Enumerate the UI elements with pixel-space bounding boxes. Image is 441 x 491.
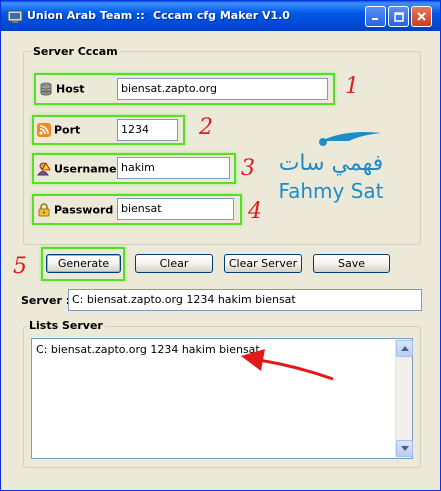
chevron-down-icon	[400, 446, 409, 451]
password-input[interactable]: biensat	[117, 198, 234, 220]
title-bar[interactable]: Union Arab Team :: Cccam cfg Maker V1.0	[1, 1, 440, 31]
clear-server-button[interactable]: Clear Server	[224, 254, 302, 273]
scroll-down-button[interactable]	[396, 440, 413, 457]
list-item[interactable]: C: biensat.zapto.org 1234 hakim biensat	[36, 343, 260, 356]
minimize-icon	[372, 18, 378, 20]
maximize-button[interactable]	[388, 6, 409, 27]
server-line-input[interactable]: C: biensat.zapto.org 1234 hakim biensat	[68, 289, 422, 311]
save-button[interactable]: Save	[313, 254, 390, 273]
list-scrollbar[interactable]	[395, 339, 413, 458]
logo-latin-text: Fahmy Sat	[278, 179, 384, 203]
minimize-button[interactable]	[365, 6, 386, 27]
annotation-3: 3	[241, 156, 255, 181]
user-warning-icon	[37, 161, 51, 175]
lists-server-label: Lists Server	[27, 319, 105, 332]
username-label: Username	[54, 162, 117, 175]
lock-icon	[38, 202, 50, 216]
annotation-4: 4	[248, 199, 262, 224]
chevron-up-icon	[400, 346, 409, 351]
port-label: Port	[54, 123, 81, 137]
server-cccam-label: Server Cccam	[31, 45, 120, 58]
port-input[interactable]: 1234	[117, 119, 178, 141]
scroll-up-button[interactable]	[396, 340, 413, 357]
host-input[interactable]: biensat.zapto.org	[117, 78, 328, 100]
close-button[interactable]	[411, 6, 432, 27]
server-line-label: Server :	[21, 294, 71, 307]
logo-arabic-text: فهمي سات	[278, 151, 384, 176]
annotation-5: 5	[13, 254, 27, 279]
generate-button[interactable]: Generate	[46, 254, 121, 273]
app-window: Union Arab Team :: Cccam cfg Maker V1.0 …	[0, 0, 441, 491]
clear-button[interactable]: Clear	[135, 254, 213, 273]
maximize-icon	[393, 11, 404, 22]
annotation-2: 2	[199, 115, 213, 140]
username-input[interactable]: hakim	[117, 157, 230, 179]
annotation-1: 1	[345, 74, 359, 99]
fahmy-sat-logo: فهمي سات Fahmy Sat	[271, 127, 391, 207]
database-icon	[40, 82, 52, 96]
close-icon	[417, 12, 426, 21]
rss-icon	[37, 123, 51, 137]
host-label: Host	[56, 82, 85, 96]
window-title-team: Union Arab Team ::	[27, 9, 145, 22]
lists-server-listbox[interactable]: C: biensat.zapto.org 1234 hakim biensat	[31, 338, 413, 459]
password-label: Password	[54, 203, 114, 216]
app-icon	[7, 10, 23, 23]
